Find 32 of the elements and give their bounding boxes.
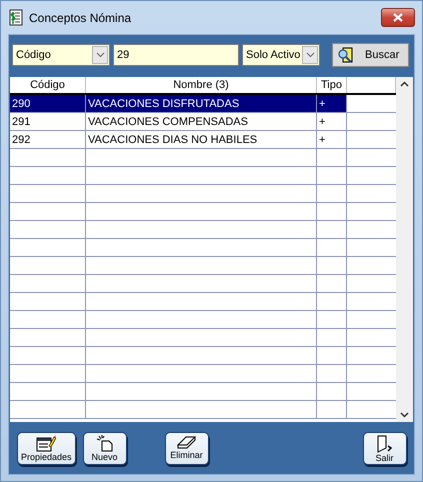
properties-button[interactable]: Propiedades <box>17 432 76 465</box>
table-row[interactable]: 291 VACACIONES COMPENSADAS + <box>10 113 396 131</box>
scrollbar[interactable] <box>396 77 413 422</box>
door-exit-icon <box>376 435 394 453</box>
table-row[interactable]: 292 VACACIONES DIAS NO HABILES + <box>10 131 396 149</box>
search-field[interactable]: 29 <box>113 44 239 66</box>
window-title: Conceptos Nómina <box>29 10 132 24</box>
field-dropdown[interactable]: Código <box>12 44 110 66</box>
table-cell: 291 <box>10 113 86 130</box>
new-document-icon <box>96 435 114 452</box>
table-row[interactable]: 290 VACACIONES DISFRUTADAS + <box>10 95 396 113</box>
table-cell: VACACIONES COMPENSADAS <box>86 113 317 130</box>
delete-button[interactable]: Eliminar <box>164 432 209 465</box>
eraser-icon <box>176 435 197 450</box>
magnifier-document-icon <box>337 46 355 64</box>
table-cell: VACACIONES DISFRUTADAS <box>86 95 317 112</box>
notepad-pencil-icon <box>36 435 56 452</box>
exit-button[interactable]: Salir <box>362 432 407 465</box>
scroll-up-icon <box>400 81 409 87</box>
column-header[interactable]: Tipo <box>317 77 347 93</box>
close-icon <box>393 13 403 22</box>
scroll-down-icon <box>400 412 409 418</box>
table-cell: 292 <box>10 131 86 148</box>
table-cell: VACACIONES DIAS NO HABILES <box>86 131 317 148</box>
dollar-document-icon <box>9 9 23 26</box>
new-button[interactable]: Nuevo <box>82 432 127 465</box>
column-header[interactable]: Código <box>10 77 86 93</box>
search-button[interactable]: Buscar <box>332 43 409 67</box>
column-header[interactable]: Nombre (3) <box>86 77 317 93</box>
status-dropdown[interactable]: Solo Activo <box>242 44 320 66</box>
table-cell: 290 <box>10 95 86 112</box>
close-button[interactable] <box>381 8 415 27</box>
